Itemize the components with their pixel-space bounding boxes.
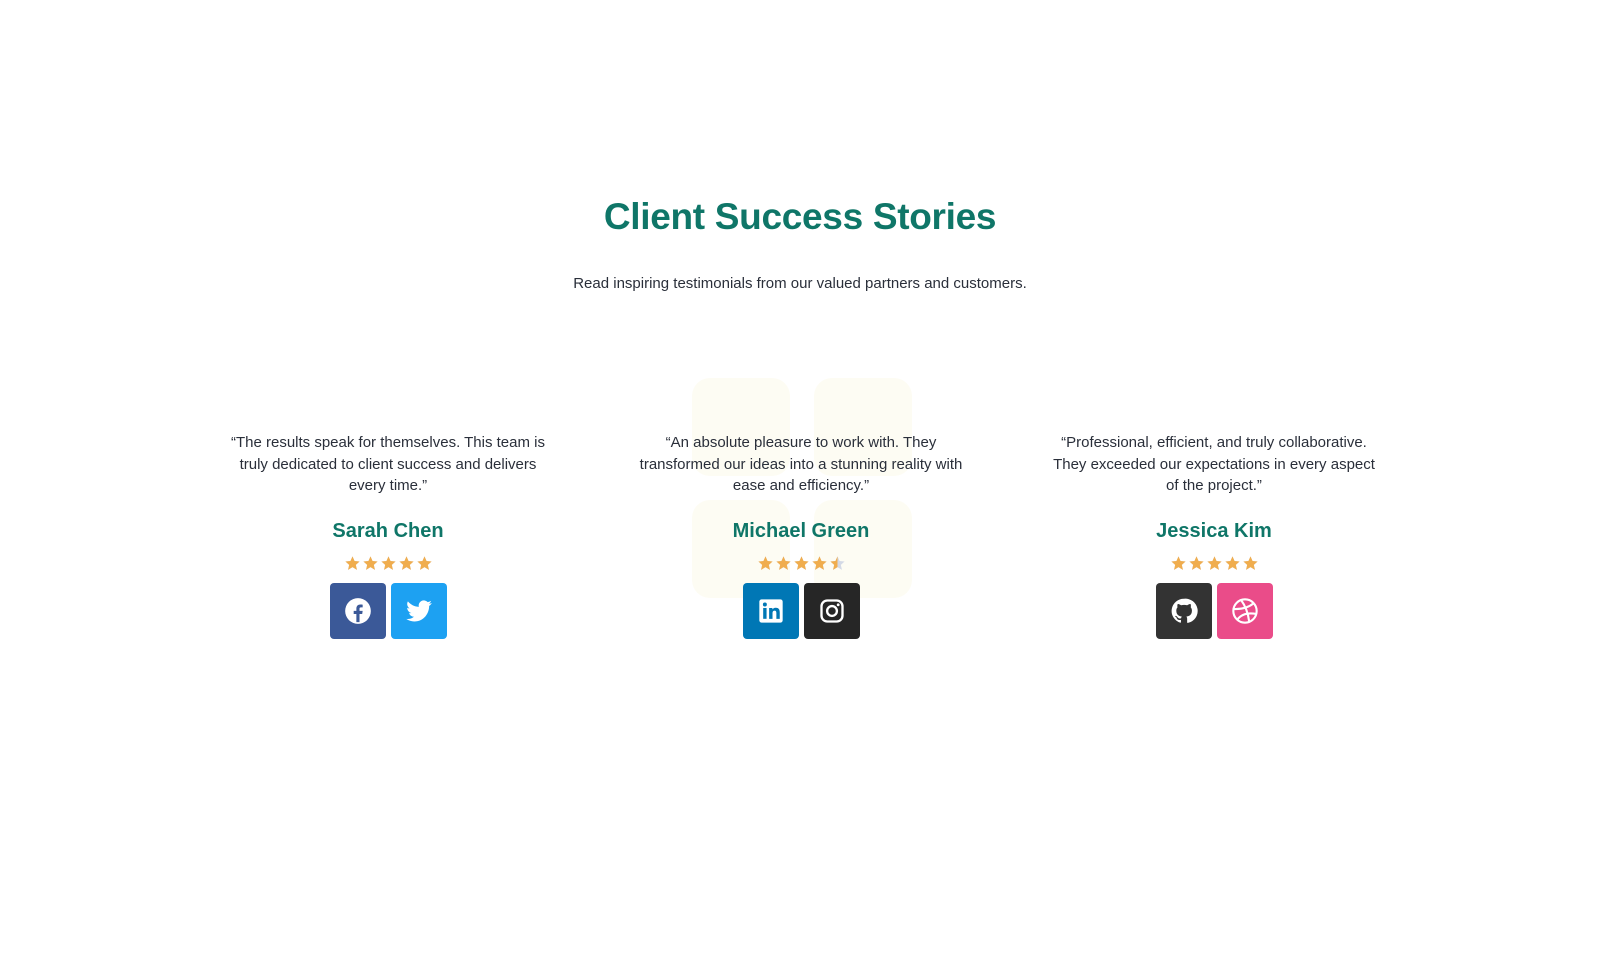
linkedin-icon: [758, 598, 783, 623]
social-links: [742, 582, 860, 639]
testimonial-card: “Professional, efficient, and truly coll…: [1044, 432, 1384, 639]
star-icon: [344, 555, 360, 570]
testimonial-card: “The results speak for themselves. This …: [218, 432, 558, 639]
star-icon: [775, 555, 791, 570]
github-icon: [1171, 598, 1198, 623]
star-rating: [757, 555, 846, 575]
star-icon: [793, 555, 809, 570]
facebook-icon: [344, 597, 371, 624]
testimonial-list: “The results speak for themselves. This …: [0, 432, 1600, 672]
dribbble-link-button[interactable]: [1216, 582, 1273, 639]
star-icon: [1224, 555, 1240, 570]
star-icon: [1206, 555, 1222, 570]
github-link-button[interactable]: [1155, 582, 1212, 639]
star-icon: [362, 555, 378, 570]
testimonial-card: “An absolute pleasure to work with. They…: [631, 432, 971, 639]
star-icon: [757, 555, 773, 570]
section-title: Client Success Stories: [603, 196, 997, 237]
testimonial-author: Sarah Chen: [332, 519, 444, 542]
facebook-link-button[interactable]: [329, 582, 386, 639]
star-icon: [811, 555, 827, 570]
linkedin-link-button[interactable]: [742, 582, 799, 639]
section-subtitle: Read inspiring testimonials from our val…: [573, 275, 1027, 292]
star-icon: [1170, 555, 1186, 570]
testimonial-author: Michael Green: [732, 519, 870, 542]
star-icon: [398, 555, 414, 570]
testimonial-author: Jessica Kim: [1156, 519, 1272, 542]
twitter-link-button[interactable]: [390, 582, 447, 639]
twitter-icon: [405, 599, 432, 621]
star-rating: [344, 555, 433, 575]
social-links: [329, 582, 447, 639]
testimonial-quote: “The results speak for themselves. This …: [230, 434, 545, 494]
star-icon: [380, 555, 396, 570]
star-icon: [829, 555, 845, 570]
dribbble-icon: [1231, 597, 1258, 624]
testimonial-quote: “An absolute pleasure to work with. They…: [639, 434, 963, 494]
star-icon: [1242, 555, 1258, 570]
star-icon: [1188, 555, 1204, 570]
star-rating: [1170, 555, 1259, 575]
instagram-icon: [819, 598, 844, 623]
instagram-link-button[interactable]: [803, 582, 860, 639]
social-links: [1155, 582, 1273, 639]
star-icon: [416, 555, 432, 570]
testimonial-quote: “Professional, efficient, and truly coll…: [1053, 434, 1375, 494]
